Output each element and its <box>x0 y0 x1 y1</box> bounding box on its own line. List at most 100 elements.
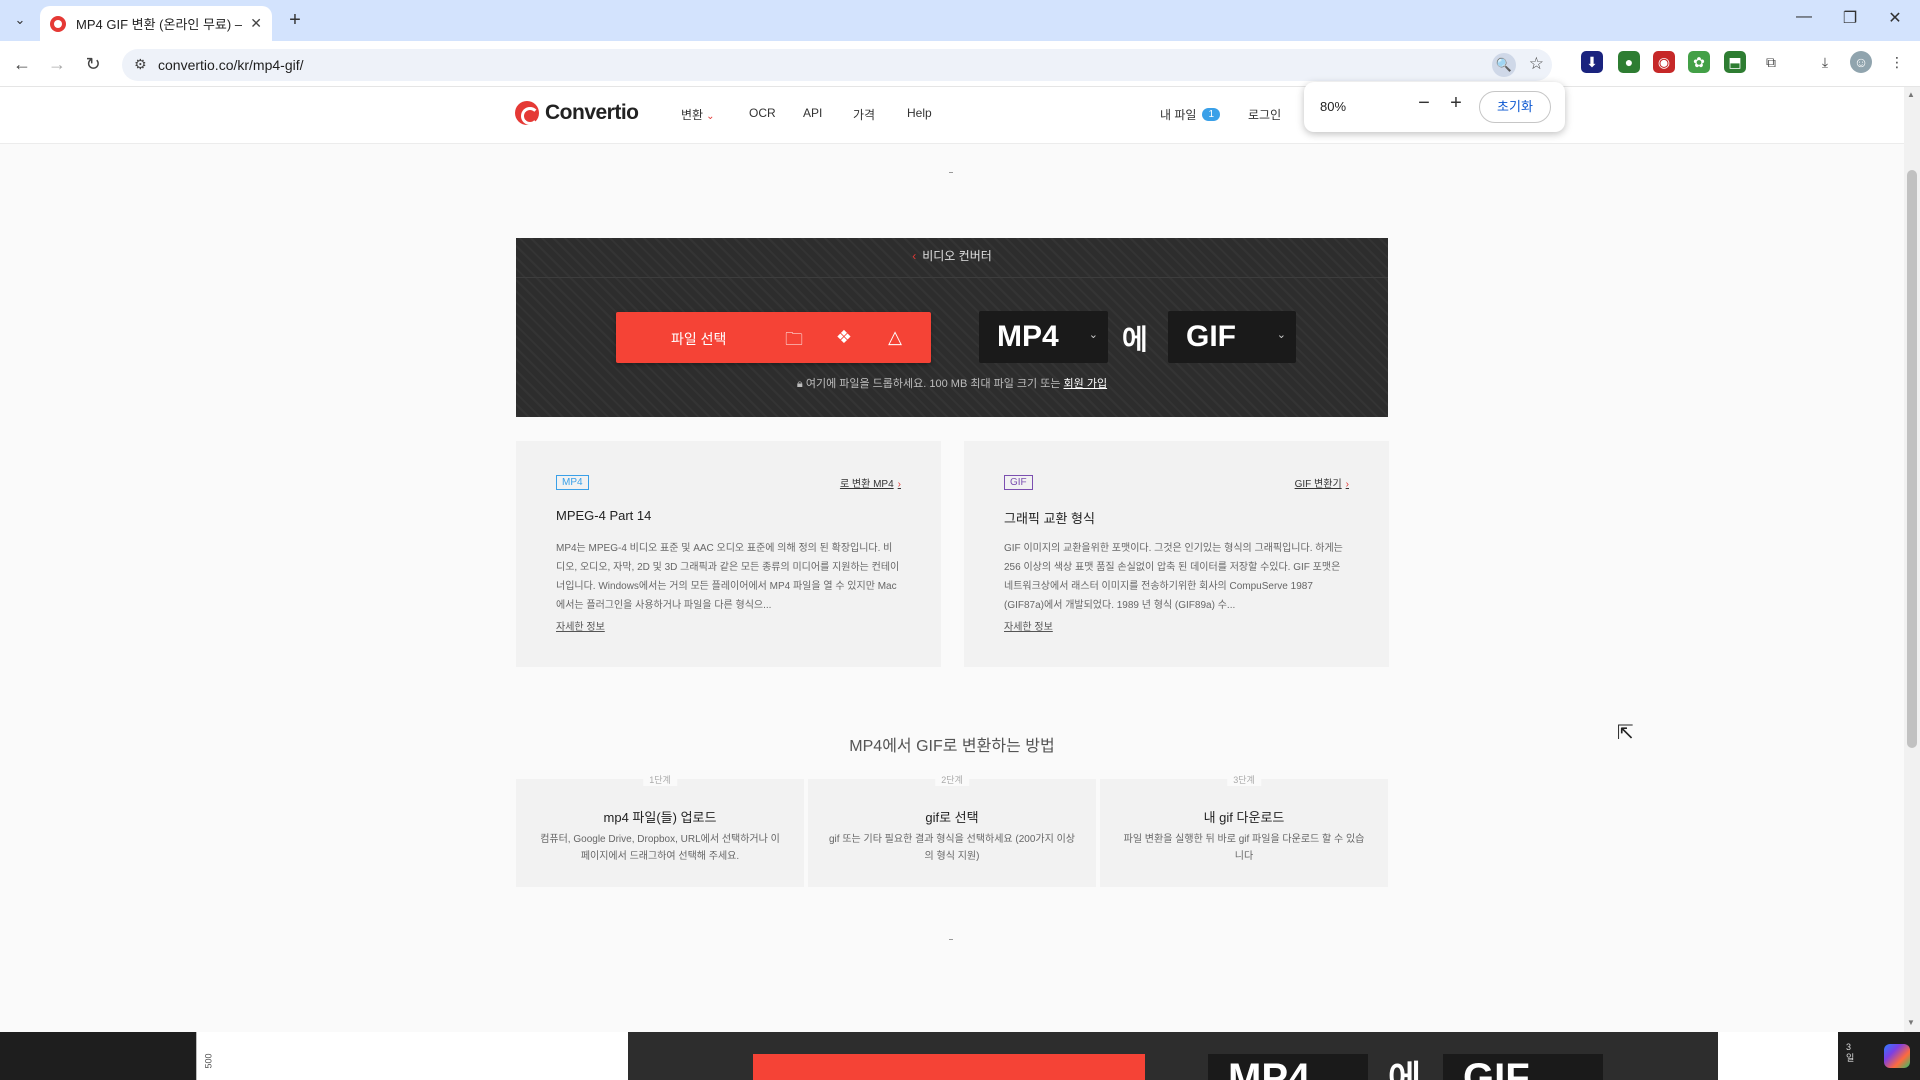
lock-icon: 🔒︎ <box>796 378 803 390</box>
format-description: MP4는 MPEG-4 비디오 표준 및 AAC 오디오 표준에 의해 정의 된… <box>556 543 900 611</box>
google-drive-icon[interactable]: △ <box>884 327 906 348</box>
signup-link[interactable]: 회원 가입 <box>1064 378 1108 390</box>
preview-to-format: GIF <box>1443 1054 1603 1080</box>
copilot-icon[interactable] <box>1884 1044 1910 1068</box>
howto-step-1: 1단계 mp4 파일(들) 업로드 컴퓨터, Google Drive, Dro… <box>516 773 804 887</box>
downloads-icon[interactable]: ⤓ <box>1814 51 1836 73</box>
extension-download-icon[interactable]: ⬇ <box>1581 51 1603 73</box>
step-description: gif 또는 기타 필요한 결과 형식을 선택하세요 (200가지 이상의 형식… <box>828 834 1075 862</box>
convertio-favicon-icon <box>50 15 66 32</box>
preview-choose-button <box>753 1054 1145 1080</box>
step-title: mp4 파일(들) 업로드 <box>603 810 717 825</box>
scroll-up-icon[interactable]: ▲ <box>1907 90 1915 99</box>
format-card-mp4: MP4 로 변환 MP4 › MPEG-4 Part 14 MP4는 MPEG-4… <box>516 441 941 667</box>
chevron-down-icon: ⌄ <box>1276 329 1286 341</box>
zoom-percent: 80% <box>1320 99 1347 114</box>
step-number: 3단계 <box>1227 773 1261 786</box>
my-files-link[interactable]: 내 파일 1 <box>1160 106 1221 123</box>
chevron-down-icon: ⌄ <box>1088 329 1098 341</box>
scrollbar-thumb[interactable] <box>1907 170 1917 748</box>
more-info-link[interactable]: 자세한 정보 <box>1004 618 1053 633</box>
extension-leaf-icon[interactable]: ✿ <box>1688 51 1710 73</box>
chevron-right-icon: › <box>1345 479 1349 490</box>
choose-file-label: 파일 선택 <box>671 331 727 347</box>
breadcrumb-label: 비디오 컨버터 <box>922 249 992 263</box>
site-settings-icon[interactable]: ⚙ <box>134 56 147 73</box>
to-format-value: GIF <box>1186 320 1236 353</box>
ruler: 500 <box>196 1032 222 1080</box>
drop-hint-text: 여기에 파일을 드롭하세요. 100 MB 최대 파일 크기 또는 <box>805 378 1061 390</box>
step-description: 파일 변환을 실행한 뒤 바로 gif 파일을 다운로드 할 수 있습니다 <box>1123 834 1365 862</box>
format-tag: MP4 <box>556 475 589 490</box>
nav-help[interactable]: Help <box>907 106 932 120</box>
converter-link-label: GIF 변환기 <box>1294 479 1342 490</box>
address-bar[interactable]: ⚙ convertio.co/kr/mp4-gif/ 🔍 ☆ <box>122 49 1552 81</box>
format-tag: GIF <box>1004 475 1033 490</box>
step-description: 컴퓨터, Google Drive, Dropbox, URL에서 선택하거나 … <box>540 834 780 862</box>
my-files-count-badge: 1 <box>1202 108 1221 121</box>
back-icon[interactable]: ← <box>9 51 35 77</box>
minimize-icon[interactable]: — <box>1789 8 1819 26</box>
choose-file-button[interactable]: 파일 선택 🗀 ❖ △ <box>616 312 931 363</box>
to-word: 에 <box>1122 324 1148 355</box>
nav-api[interactable]: API <box>803 106 822 120</box>
close-window-icon[interactable]: ✕ <box>1880 8 1910 28</box>
converter-panel: ‹ 비디오 컨버터 파일 선택 🗀 ❖ △ MP4 ⌄ 에 GIF ⌄ 🔒︎ 여기… <box>516 238 1388 417</box>
new-tab-button[interactable]: + <box>282 8 308 34</box>
extension-green-icon[interactable]: ● <box>1618 51 1640 73</box>
format-name: MPEG-4 Part 14 <box>556 508 652 523</box>
convertio-logo-icon <box>515 101 539 125</box>
url-text[interactable]: convertio.co/kr/mp4-gif/ <box>158 57 304 73</box>
format-description: GIF 이미지의 교환을위한 포맷이다. 그것은 인기있는 형식의 그래픽입니다… <box>1004 543 1343 611</box>
zoom-icon[interactable]: 🔍 <box>1492 53 1516 77</box>
converter-link[interactable]: GIF 변환기 › <box>1295 475 1349 490</box>
tab-list-icon[interactable]: ⌄ <box>9 9 31 31</box>
restore-icon[interactable]: ❐ <box>1835 8 1865 28</box>
profile-avatar-icon[interactable]: ☺ <box>1850 51 1872 73</box>
nav-ocr[interactable]: OCR <box>749 106 776 120</box>
zoom-popup: 80% − + 초기화 <box>1304 82 1565 132</box>
convertio-logo[interactable]: Convertio <box>515 101 639 125</box>
convert-to-link-label: 로 변환 MP4 <box>839 479 894 490</box>
step-title: 내 gif 다운로드 <box>1203 810 1285 825</box>
tray-clock: 3 일 <box>1846 1042 1855 1063</box>
tab-title: MP4 GIF 변환 (온라인 무료) — <box>76 17 243 32</box>
howto-step-2: 2단계 gif로 선택 gif 또는 기타 필요한 결과 형식을 선택하세요 (… <box>808 773 1096 887</box>
extension-doc-icon[interactable]: ⬒ <box>1724 51 1746 73</box>
bookmark-star-icon[interactable]: ☆ <box>1529 54 1544 74</box>
format-card-gif: GIF GIF 변환기 › 그래픽 교환 형식 GIF 이미지의 교환을위한 포맷… <box>964 441 1389 667</box>
menu-kebab-icon[interactable]: ⋮ <box>1886 51 1908 73</box>
zoom-out-button[interactable]: − <box>1412 92 1436 115</box>
chevron-right-icon: › <box>897 479 901 490</box>
browser-tab[interactable]: MP4 GIF 변환 (온라인 무료) — ✕ <box>40 6 272 41</box>
bottom-left-panel <box>0 1032 196 1080</box>
more-info-link[interactable]: 자세한 정보 <box>556 618 605 633</box>
scroll-down-icon[interactable]: ▼ <box>1907 1018 1915 1027</box>
dropbox-icon[interactable]: ❖ <box>833 327 855 348</box>
close-tab-icon[interactable]: ✕ <box>250 15 262 32</box>
step-number: 1단계 <box>643 773 677 786</box>
convert-to-link[interactable]: 로 변환 MP4 › <box>840 475 901 490</box>
reload-icon[interactable]: ↻ <box>80 51 106 77</box>
nav-pricing[interactable]: 가격 <box>853 106 875 123</box>
extension-record-icon[interactable]: ◉ <box>1653 51 1675 73</box>
zoom-in-button[interactable]: + <box>1444 92 1468 115</box>
preview-from-format: MP4 <box>1208 1054 1368 1080</box>
forward-icon[interactable]: → <box>44 51 70 77</box>
extensions-puzzle-icon[interactable]: ⧉ <box>1760 51 1782 73</box>
site-header: Convertio 변환 ⌄ OCR API 가격 Help 내 파일 1 로그인 <box>0 87 1904 144</box>
zoom-reset-button[interactable]: 초기화 <box>1479 91 1551 123</box>
drop-hint: 🔒︎ 여기에 파일을 드롭하세요. 100 MB 최대 파일 크기 또는 회원 … <box>516 375 1388 391</box>
from-format-select[interactable]: MP4 ⌄ <box>979 311 1108 363</box>
from-format-value: MP4 <box>997 320 1059 353</box>
divider <box>949 172 953 173</box>
folder-search-icon[interactable]: 🗀 <box>783 327 805 357</box>
chevron-down-icon: ⌄ <box>706 111 715 122</box>
to-format-select[interactable]: GIF ⌄ <box>1168 311 1296 363</box>
page-preview: MP4 에 GIF <box>628 1032 1718 1080</box>
divider <box>949 939 953 940</box>
howto-title: MP4에서 GIF로 변환하는 방법 <box>849 738 1055 755</box>
breadcrumb[interactable]: ‹ 비디오 컨버터 <box>516 238 1388 278</box>
nav-convert[interactable]: 변환 ⌄ <box>681 106 714 123</box>
login-link[interactable]: 로그인 <box>1248 106 1281 123</box>
